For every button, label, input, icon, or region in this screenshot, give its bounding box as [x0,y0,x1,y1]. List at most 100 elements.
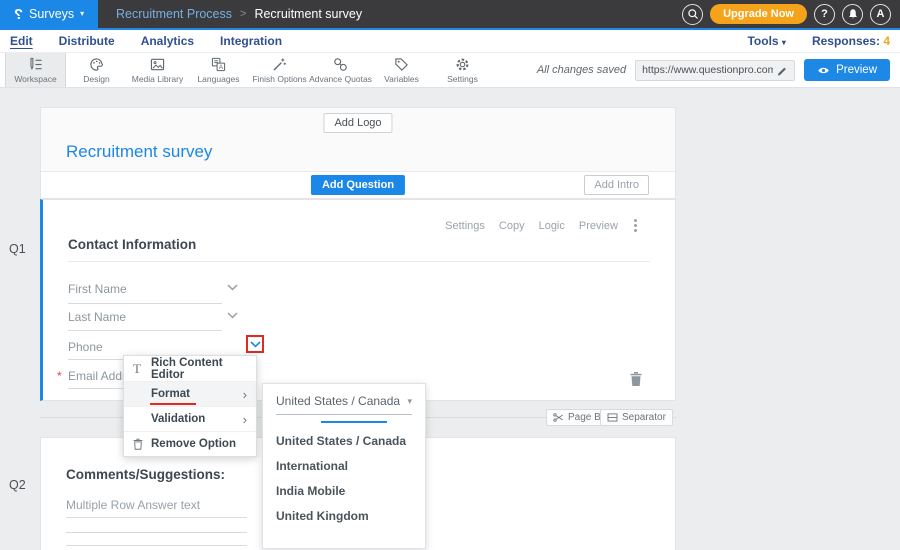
help-button[interactable]: ? [814,4,835,25]
breadcrumb-parent[interactable]: Recruitment Process [116,7,232,21]
field-input-last-name[interactable] [68,330,222,331]
submenu-chevron-right-icon: › [243,387,247,402]
toolbar-item-media-library[interactable]: Media Library [127,53,188,87]
notifications-button[interactable] [842,4,863,25]
format-options-list: United States / Canada International Ind… [263,428,425,528]
questionpro-survey-editor: ? Surveys ▾ Recruitment Process > Recrui… [0,0,900,550]
breadcrumb-current: Recruitment survey [254,7,362,21]
question-number-q1: Q1 [9,242,26,256]
required-marker: * [57,369,62,383]
trash-icon [630,372,642,386]
toolbar-item-advance-quotas[interactable]: Advance Quotas [310,53,371,87]
chevron-down-icon [250,341,261,348]
question-more-menu-icon[interactable] [632,219,639,232]
breadcrumb-separator-icon: > [240,8,246,20]
tab-distribute[interactable]: Distribute [59,34,115,48]
phone-format-submenu: United States / Canada ▾ United States /… [262,383,426,549]
preview-button[interactable]: Preview [804,59,890,81]
settings-gear-icon [455,57,470,72]
toolbar-item-workspace[interactable]: Workspace [5,53,66,87]
account-avatar[interactable]: A [870,4,891,25]
menu-item-format[interactable]: Format › [124,381,256,406]
question-actions: Settings Copy Logic Preview [445,219,639,232]
question-logic-link[interactable]: Logic [539,220,565,232]
answer-line[interactable] [66,517,247,518]
select-focus-indicator [321,421,387,423]
toolbar-item-languages[interactable]: A Languages [188,53,249,87]
separator-icon [607,413,618,422]
field-label-first-name[interactable]: First Name [68,282,127,296]
question-number-q2: Q2 [9,478,26,492]
separator-button[interactable]: Separator [600,409,673,426]
question-title-divider [68,261,650,262]
survey-url-field[interactable]: https://www.questionpro.com/t/APNrFZ [635,60,795,81]
phone-options-chevron-highlighted[interactable] [246,335,264,353]
questionpro-logo-icon: ? [14,6,23,23]
search-button[interactable] [682,4,703,25]
product-name: Surveys [29,7,74,21]
menu-item-validation[interactable]: Validation › [124,406,256,431]
trash-outline-icon [133,438,143,450]
question-copy-link[interactable]: Copy [499,220,525,232]
upgrade-now-button[interactable]: Upgrade Now [710,4,807,24]
format-option-india-mobile[interactable]: India Mobile [263,478,425,503]
design-palette-icon [89,57,104,72]
survey-url: https://www.questionpro.com/t/APNrFZ [642,64,773,76]
languages-icon: A [211,57,226,72]
delete-question-button[interactable] [630,372,642,386]
format-option-us-canada[interactable]: United States / Canada [263,428,425,453]
chevron-down-icon: ▾ [80,10,84,18]
submenu-chevron-right-icon: › [243,412,247,427]
field-options-chevron-icon[interactable] [227,312,238,319]
tab-analytics[interactable]: Analytics [141,34,194,48]
media-library-icon [150,57,165,72]
add-question-button[interactable]: Add Question [311,175,405,195]
eye-icon [817,66,830,75]
toolbar-item-finish-options[interactable]: Finish Options [249,53,310,87]
workspace-icon [28,57,43,72]
toolbar-item-variables[interactable]: Variables [371,53,432,87]
toolbar-item-settings[interactable]: Settings [432,53,493,87]
field-label-last-name[interactable]: Last Name [68,310,126,324]
top-bar: ? Surveys ▾ Recruitment Process > Recrui… [0,0,900,30]
product-switcher[interactable]: ? Surveys ▾ [0,0,98,28]
multirow-answer-placeholder[interactable]: Multiple Row Answer text [66,498,200,512]
page-break-scissors-icon [553,413,564,422]
add-intro-button[interactable]: Add Intro [584,175,649,195]
select-caret-icon: ▾ [407,396,412,407]
answer-line[interactable] [66,532,247,533]
tools-dropdown[interactable]: Tools ▾ [747,34,785,48]
format-option-international[interactable]: International [263,453,425,478]
edit-url-pencil-icon[interactable] [777,65,788,76]
search-icon [687,8,699,20]
add-logo-button[interactable]: Add Logo [323,113,392,133]
question-title-q2[interactable]: Comments/Suggestions: [66,467,225,482]
format-select[interactable]: United States / Canada ▾ [276,394,412,415]
nav-right: Tools ▾ Responses: 4 [747,34,890,48]
survey-canvas: Add Logo Recruitment survey Add Question… [0,90,900,550]
format-option-united-kingdom[interactable]: United Kingdom [263,503,425,528]
chevron-down-icon: ▾ [782,38,786,47]
field-options-context-menu: T Rich Content Editor Format › Validatio… [123,355,257,457]
breadcrumb: Recruitment Process > Recruitment survey [116,7,362,21]
section-nav: Edit Distribute Analytics Integration To… [0,30,900,53]
tab-edit[interactable]: Edit [10,34,33,48]
question-preview-link[interactable]: Preview [579,220,618,232]
survey-title[interactable]: Recruitment survey [66,142,212,162]
responses-link[interactable]: Responses: 4 [812,34,890,48]
menu-item-remove-option[interactable]: Remove Option [124,431,256,456]
top-bar-actions: Upgrade Now ? A [682,4,891,25]
field-input-first-name[interactable] [68,303,222,304]
tab-integration[interactable]: Integration [220,34,282,48]
field-options-chevron-icon[interactable] [227,284,238,291]
toolbar-right: All changes saved https://www.questionpr… [537,53,890,87]
menu-item-rich-content-editor[interactable]: T Rich Content Editor [124,356,256,381]
question-title-q1[interactable]: Contact Information [68,237,196,252]
toolbar-item-design[interactable]: Design [66,53,127,87]
rich-text-icon: T [133,361,141,377]
save-status: All changes saved [537,64,626,76]
field-label-phone[interactable]: Phone [68,340,103,354]
question-settings-link[interactable]: Settings [445,220,485,232]
answer-line[interactable] [66,545,247,546]
editor-toolbar: Workspace Design Media Library A Languag… [0,53,900,88]
